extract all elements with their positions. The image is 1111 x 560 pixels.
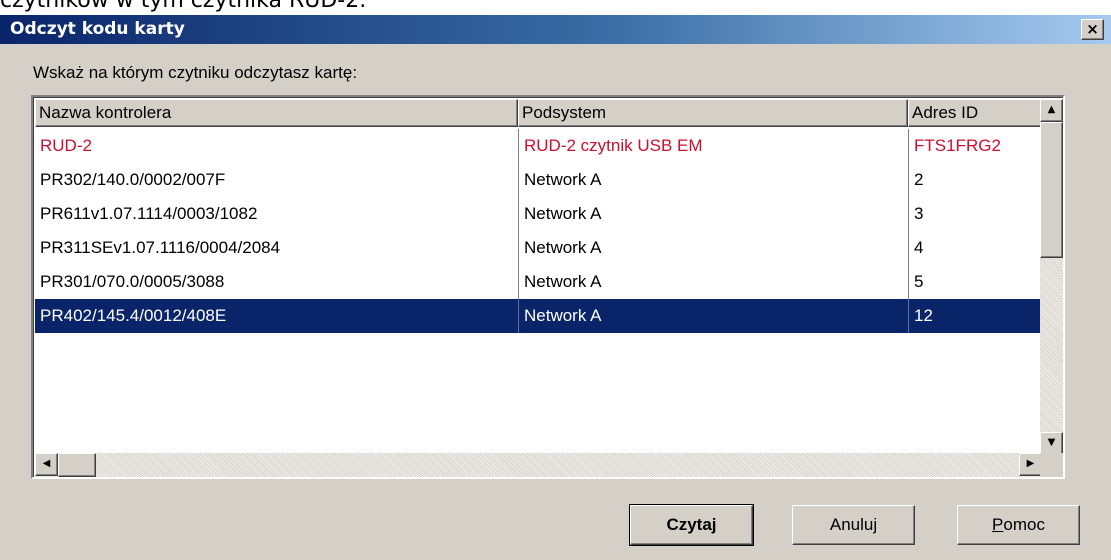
cell-subsystem: RUD-2 czytnik USB EM <box>518 129 908 163</box>
cell-address-id: 2 <box>908 163 1042 197</box>
column-header-address-id[interactable]: Adres ID <box>908 99 1042 127</box>
cell-address-id: 3 <box>908 197 1042 231</box>
table-row-selected[interactable]: PR402/145.4/0012/408E Network A 12 <box>35 299 1042 333</box>
cell-controller-name: PR302/140.0/0002/007F <box>40 170 226 189</box>
help-button-label-rest: omoc <box>1003 515 1045 534</box>
scroll-up-arrow-icon[interactable]: ▲ <box>1040 99 1063 122</box>
list-rows: RUD-2 RUD-2 czytnik USB EM FTS1FRG2 PR30… <box>35 129 1067 333</box>
scrollbar-corner <box>1040 453 1063 477</box>
cell-subsystem: Network A <box>518 163 908 197</box>
reader-prompt-label: Wskaż na którym czytniku odczytasz kartę… <box>33 63 358 82</box>
cell-address-id: 12 <box>908 299 1042 333</box>
help-button-mnemonic: P <box>992 515 1004 534</box>
scroll-left-arrow-icon[interactable]: ◀ <box>35 453 58 476</box>
cell-controller-name: PR311SEv1.07.1116/0004/2084 <box>40 238 281 257</box>
horizontal-scrollbar[interactable]: ◀ ▶ <box>35 453 1042 477</box>
column-header-controller-name[interactable]: Nazwa kontrolera <box>35 99 518 127</box>
close-button[interactable]: × <box>1081 19 1104 40</box>
cell-controller-name: PR301/070.0/0005/3088 <box>40 272 225 291</box>
horizontal-scroll-thumb[interactable] <box>58 453 96 477</box>
table-row[interactable]: PR302/140.0/0002/007F Network A 2 <box>35 163 1067 197</box>
cell-address-id: 5 <box>908 265 1042 299</box>
cell-controller-name: PR402/145.4/0012/408E <box>40 306 227 325</box>
table-row[interactable]: RUD-2 RUD-2 czytnik USB EM FTS1FRG2 <box>35 129 1067 163</box>
table-row[interactable]: PR311SEv1.07.1116/0004/2084 Network A 4 <box>35 231 1067 265</box>
cancel-button[interactable]: Anuluj <box>792 505 915 545</box>
table-row[interactable]: PR611v1.07.1114/0003/1082 Network A 3 <box>35 197 1067 231</box>
cell-address-id: FTS1FRG2 <box>908 129 1042 163</box>
help-button[interactable]: Pomoc <box>957 505 1080 545</box>
vertical-scroll-thumb[interactable] <box>1040 122 1063 258</box>
cell-controller-name: RUD-2 <box>40 136 92 155</box>
scroll-down-arrow-icon[interactable]: ▼ <box>1040 432 1063 455</box>
table-row[interactable]: PR301/070.0/0005/3088 Network A 5 <box>35 265 1067 299</box>
scroll-right-arrow-icon[interactable]: ▶ <box>1019 453 1042 476</box>
cell-address-id: 4 <box>908 231 1042 265</box>
cell-controller-name: PR611v1.07.1114/0003/1082 <box>40 204 258 223</box>
window-title: Odczyt kodu karty <box>10 19 185 39</box>
cell-subsystem: Network A <box>518 197 908 231</box>
cell-subsystem: Network A <box>518 265 908 299</box>
list-header: Nazwa kontrolera Podsystem Adres ID <box>35 99 1042 127</box>
cell-subsystem: Network A <box>518 231 908 265</box>
title-bar[interactable]: Odczyt kodu karty × <box>0 15 1111 44</box>
cell-subsystem: Network A <box>518 299 908 333</box>
vertical-scrollbar[interactable]: ▲ ▼ <box>1040 99 1063 455</box>
column-header-subsystem[interactable]: Podsystem <box>518 99 908 127</box>
reader-list[interactable]: Nazwa kontrolera Podsystem Adres ID RUD-… <box>31 95 1065 479</box>
card-read-dialog: Odczyt kodu karty × Wskaż na którym czyt… <box>0 15 1111 560</box>
background-text-snippet: czytników w tym czytnika RUD-2. <box>0 0 367 13</box>
read-button[interactable]: Czytaj <box>629 504 754 546</box>
